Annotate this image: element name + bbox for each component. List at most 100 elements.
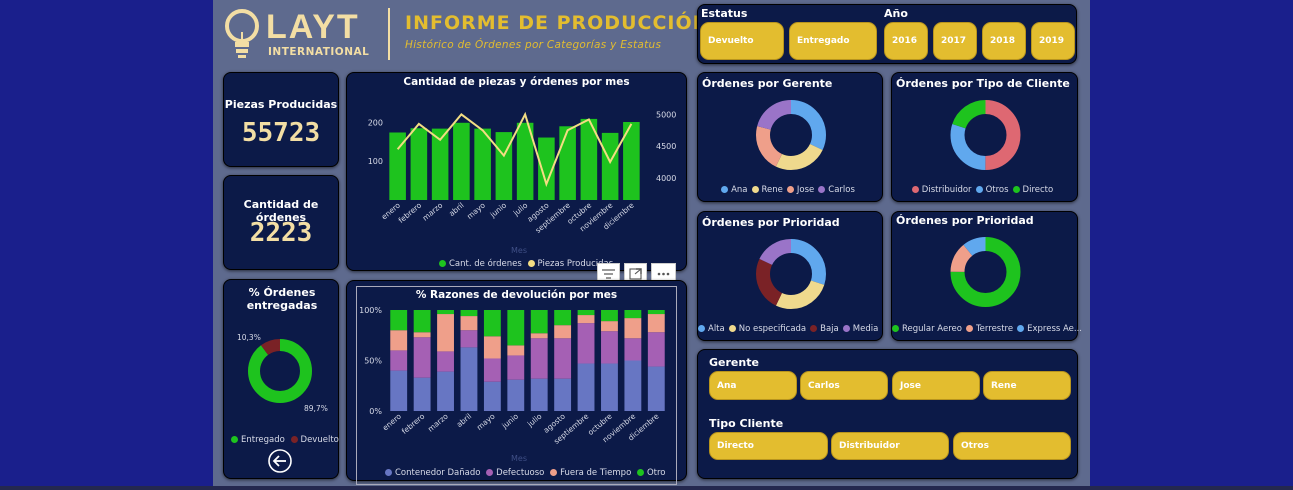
- legend-dot: [842, 325, 850, 332]
- legend-dot: [721, 186, 729, 193]
- stacked-bar-segment: [437, 351, 454, 372]
- tipo-cliente-donut-title: Órdenes por Tipo de Cliente: [896, 77, 1070, 90]
- legend-label: Defectuoso: [496, 468, 545, 478]
- x-axis-label: Mes: [511, 454, 527, 463]
- gerente-carlos-button[interactable]: Carlos: [800, 371, 888, 400]
- gerente-jose-button[interactable]: Jose: [892, 371, 980, 400]
- legend-label: Baja: [820, 324, 839, 334]
- stacked-bar-segment: [577, 315, 595, 324]
- stacked-bar-segment: [601, 331, 618, 364]
- stacked-bar-segment: [647, 332, 665, 367]
- legend-item: Carlos: [818, 185, 855, 195]
- legend-dot: [892, 325, 899, 332]
- x-tick-label: julio: [525, 411, 544, 429]
- legend-dot: [550, 469, 558, 476]
- legend-dot: [385, 469, 392, 476]
- combo-chart: 100200400045005000enerofebreromarzo abril…: [368, 110, 677, 255]
- stacked-bar-segment: [437, 314, 454, 352]
- legend-label: Otros: [985, 185, 1009, 195]
- legend-label: Directo: [1022, 185, 1054, 195]
- legend-label: Contenedor Dañado: [395, 468, 481, 478]
- anio-2016-button[interactable]: 2016: [884, 22, 928, 60]
- logo: LAYT INTERNATIONAL: [222, 6, 382, 62]
- x-tick-label: marzo: [426, 411, 450, 433]
- data-label-devuelto: 10,3%: [237, 333, 261, 342]
- legend-dot: [486, 469, 494, 476]
- legend-entregado: Entregado: [231, 435, 285, 445]
- estatus-entregado-button[interactable]: Entregado: [789, 22, 877, 60]
- stacked-bar-segment: [554, 310, 572, 326]
- entregadas-legend: Entregado Devuelto: [231, 435, 339, 445]
- stacked-bar-segment: [647, 366, 665, 411]
- legend-label: No especificada: [738, 324, 807, 334]
- legend-dot: [698, 325, 705, 332]
- y-left-tick-label: 200: [368, 118, 383, 127]
- tipo-distribuidor-button[interactable]: Distribuidor: [831, 432, 949, 460]
- stacked-bar-segment: [437, 371, 454, 411]
- legend-defectuoso: Defectuoso: [486, 468, 544, 478]
- tipo-cliente-donut-card: Órdenes por Tipo de Cliente Distribuidor…: [891, 72, 1078, 202]
- logo-sub-text: INTERNATIONAL: [268, 46, 370, 58]
- anio-2018-button[interactable]: 2018: [982, 22, 1026, 60]
- gerente-rene-button[interactable]: Rene: [983, 371, 1071, 400]
- stacked-bar-segment: [390, 310, 408, 331]
- stacked-bar-segment: [601, 321, 618, 332]
- anio-2017-button[interactable]: 2017: [933, 22, 977, 60]
- estatus-devuelto-button[interactable]: Devuelto: [700, 22, 784, 60]
- legend-dot: [911, 186, 919, 193]
- x-tick-label: marzo: [421, 200, 445, 222]
- legend-label: Media: [852, 324, 879, 334]
- legend-dot: [636, 469, 644, 476]
- envio-legend: Regular Aereo Terrestre Express Ae...: [892, 324, 1082, 334]
- bar: [410, 128, 428, 200]
- legend-label: Ana: [731, 185, 748, 195]
- entregadas-title: % Órdenes entregadas: [246, 286, 318, 312]
- tipo-cliente-label: Tipo Cliente: [709, 417, 784, 430]
- legend-dot: [231, 436, 238, 443]
- prioridad-legend: Alta No especificada Baja Media: [698, 324, 882, 334]
- gerente-ana-button[interactable]: Ana: [709, 371, 797, 400]
- back-arrow-icon[interactable]: [267, 448, 293, 474]
- stacked-bar-segment: [577, 323, 595, 364]
- gerente-donut-title: Órdenes por Gerente: [702, 77, 833, 90]
- legend-dot: [1012, 186, 1020, 193]
- legend-label: Devuelto: [300, 435, 339, 445]
- legend-dot: [818, 186, 826, 193]
- legend-label: Distribuidor: [921, 185, 972, 195]
- tipo-otros-button[interactable]: Otros: [953, 432, 1071, 460]
- legend-dot: [786, 186, 794, 193]
- envio-donut-chart: [950, 237, 1021, 307]
- stacked-bar-segment: [624, 360, 642, 411]
- legend-item: Media: [842, 324, 879, 334]
- lightbulb-icon: [225, 9, 259, 58]
- legend-dot: [728, 325, 736, 332]
- envio-donut-title: Órdenes por Prioridad: [896, 214, 1034, 227]
- legend-item: Baja: [810, 324, 839, 334]
- stacked-bar-segment: [647, 314, 665, 333]
- legend-dot: [751, 186, 759, 193]
- x-tick-label: febrero: [400, 411, 427, 436]
- legend-item: Ana: [721, 185, 748, 195]
- y-right-tick-label: 4000: [656, 174, 676, 183]
- y-right-tick-label: 4500: [656, 142, 676, 151]
- legend-item: Express Ae...: [1017, 324, 1082, 334]
- stacked-chart-card: % Razones de devolución por mes 0% 50% 100…: [346, 280, 687, 485]
- tipo-directo-button[interactable]: Directo: [709, 432, 828, 460]
- stacked-bar-segment: [554, 338, 572, 379]
- stacked-legend: Contenedor Dañado Defectuoso Fuera de Ti…: [385, 468, 666, 478]
- anio-2019-button[interactable]: 2019: [1031, 22, 1075, 60]
- stacked-bar-segment: [647, 310, 665, 315]
- kpi-ordenes-value: 2223: [249, 218, 313, 248]
- stacked-bar-segment: [483, 310, 501, 337]
- legend-label: Fuera de Tiempo: [560, 468, 632, 478]
- legend-label: Terrestre: [975, 324, 1014, 334]
- entregadas-card: % Órdenes entregadas 10,3% 89,7% Entregad…: [223, 279, 339, 479]
- kpi-piezas-label: Piezas Producidas: [224, 98, 338, 111]
- y-tick-label: 50%: [364, 357, 382, 366]
- prioridad-donut-chart: [756, 239, 826, 309]
- prioridad-donut-title: Órdenes por Prioridad: [702, 216, 840, 229]
- stacked-bar-segment: [483, 381, 501, 411]
- legend-item: Otros: [975, 185, 1009, 195]
- stacked-bar-segment: [413, 332, 431, 338]
- bar: [453, 122, 470, 200]
